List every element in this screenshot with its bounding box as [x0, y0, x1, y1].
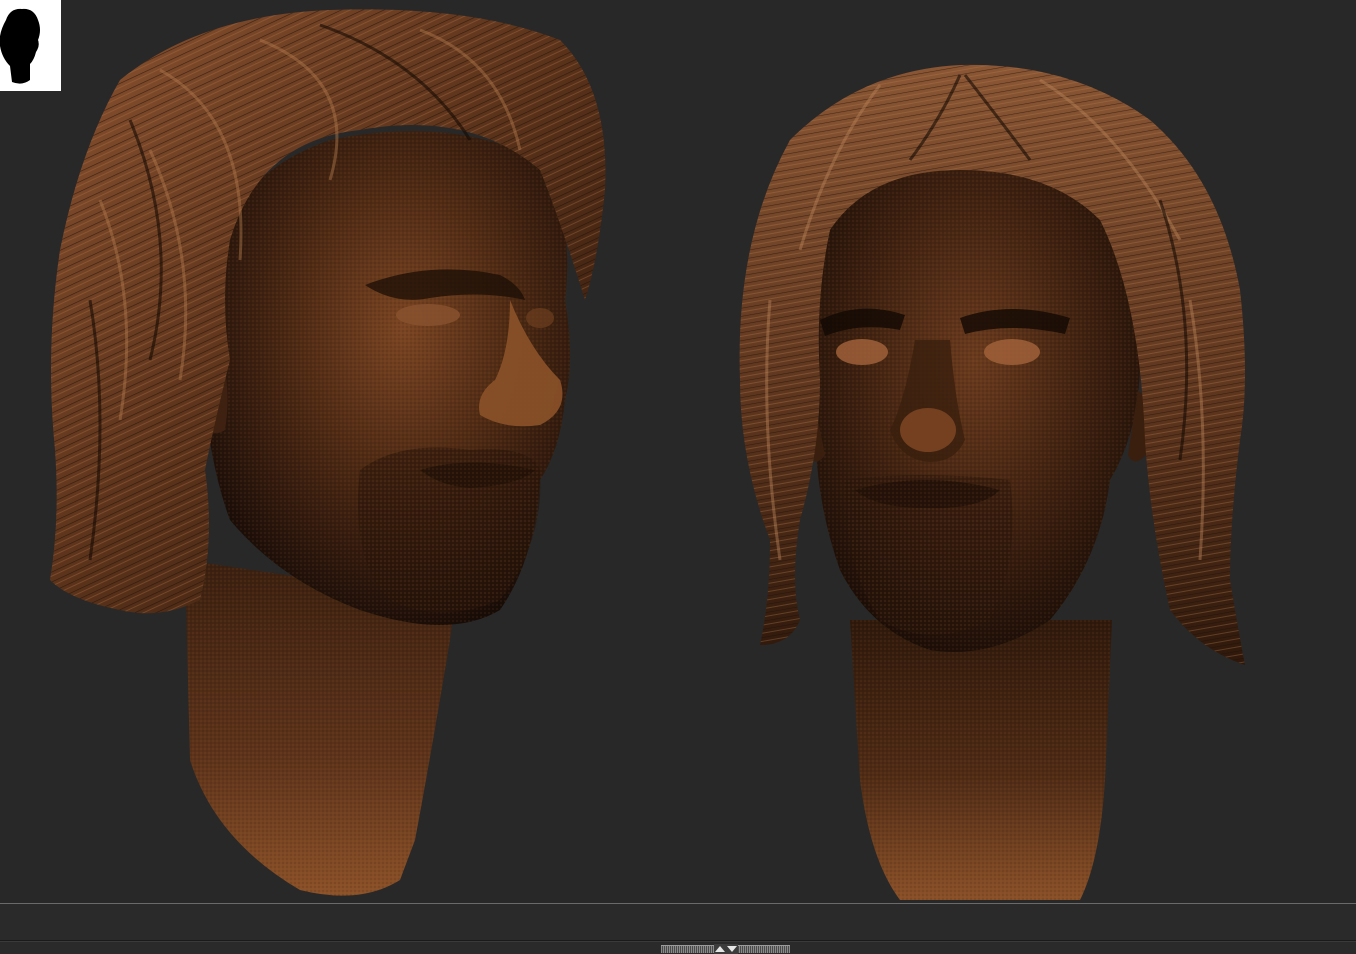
viewport-bottom-border	[0, 903, 1356, 904]
tray-toggle-arrows-icon[interactable]	[714, 944, 738, 954]
navigator-thumbnail[interactable]	[0, 0, 61, 91]
bottom-tray	[0, 904, 1356, 954]
arrow-down-icon	[727, 946, 737, 952]
sculpt-canvas	[50, 9, 1245, 900]
head-silhouette-icon	[0, 8, 40, 84]
zbrush-window	[0, 0, 1356, 954]
tray-resize-handle[interactable]	[661, 944, 790, 954]
tray-separator-highlight	[0, 941, 1356, 942]
arrow-up-icon	[715, 946, 725, 952]
bust-three-quarter[interactable]	[50, 9, 606, 896]
bust-front[interactable]	[739, 64, 1245, 900]
document-viewport[interactable]	[0, 0, 1356, 904]
